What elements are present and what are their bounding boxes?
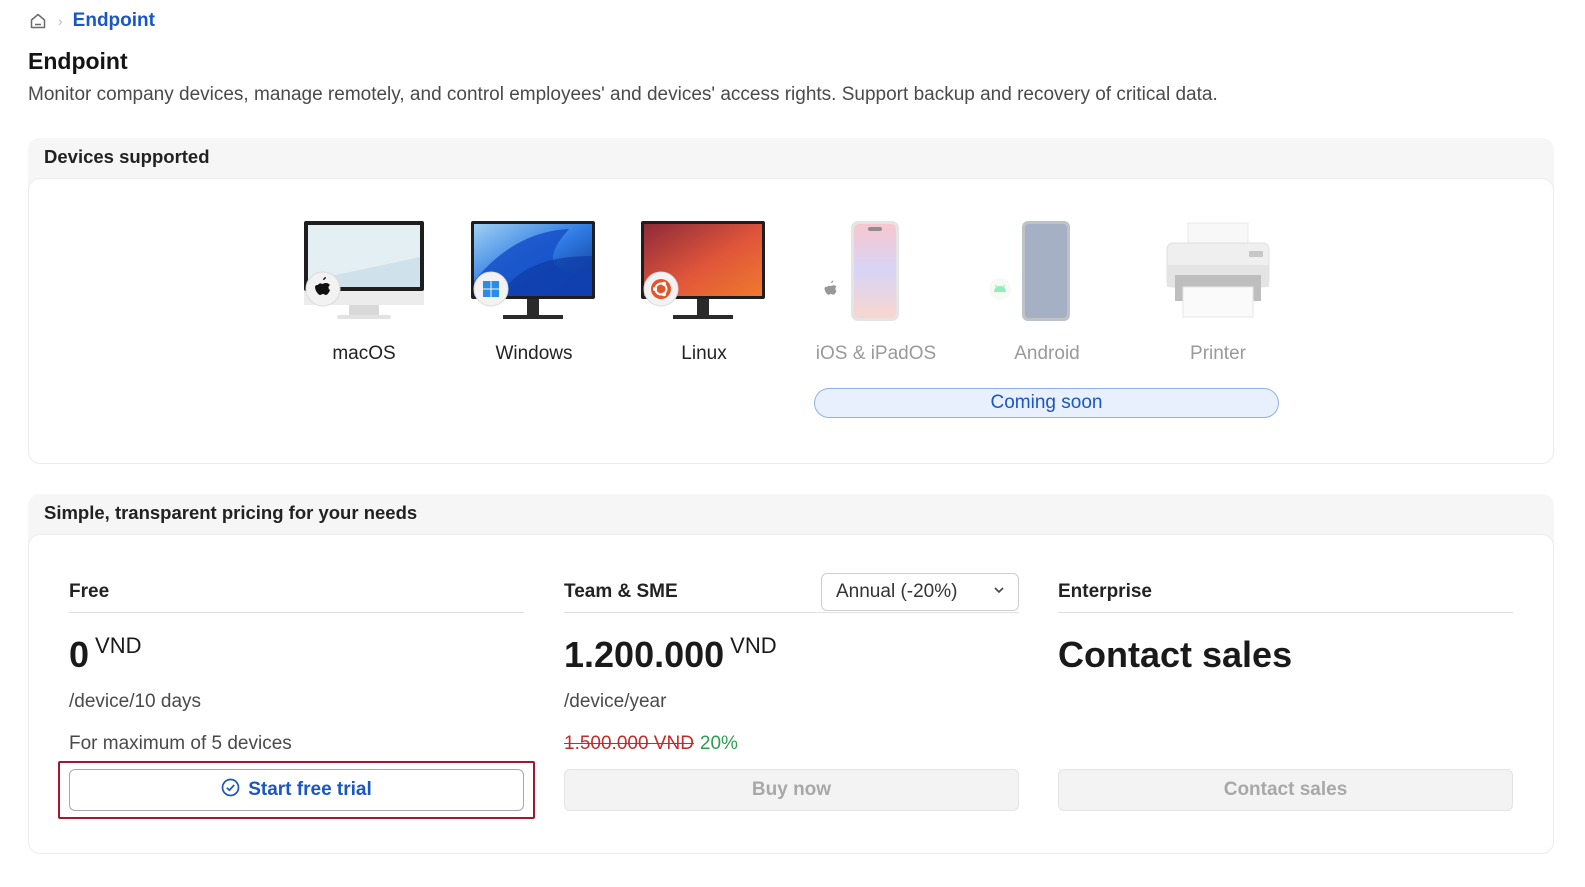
android-phone-icon (982, 221, 1112, 325)
device-ios: iOS & iPadOS (791, 221, 961, 365)
price-line: 0 VND (69, 631, 524, 679)
iphone-icon (811, 221, 941, 325)
device-linux: Linux (619, 221, 789, 365)
discount-percent: 20% (699, 733, 738, 754)
plan-header: Enterprise (1058, 571, 1513, 613)
device-windows: Windows (449, 221, 619, 365)
check-circle-icon (221, 778, 240, 803)
plan-team-sme: Team & SME Annual (-20%) 1.200.000 VND /… (564, 571, 1019, 755)
device-label: macOS (332, 343, 396, 364)
billing-period-select[interactable]: Annual (-20%) (821, 572, 1019, 611)
billing-period-value: Annual (-20%) (836, 580, 958, 602)
breadcrumb-current[interactable]: Endpoint (73, 10, 155, 32)
plan-header: Team & SME Annual (-20%) (564, 571, 1019, 613)
price-amount: 1.200.000 (564, 634, 725, 675)
breadcrumb: › Endpoint (28, 8, 155, 34)
monitor-windows-icon (469, 221, 599, 325)
devices-section-title: Devices supported (44, 146, 210, 167)
plan-free: Free 0 VND /device/10 days For maximum o… (69, 571, 524, 755)
device-android: Android (962, 221, 1132, 365)
plan-name: Team & SME (564, 580, 678, 602)
device-label: Windows (495, 343, 573, 364)
price-period: /device/year (564, 691, 667, 712)
plan-note: For maximum of 5 devices (69, 733, 292, 754)
button-label: Contact sales (1223, 779, 1348, 800)
plan-name: Free (69, 580, 110, 602)
pricing-panel: Free 0 VND /device/10 days For maximum o… (28, 534, 1554, 854)
page-title: Endpoint (28, 48, 128, 74)
price-discount-line: 1.500.000 VND 20% (564, 733, 1019, 755)
price-period: /device/10 days (69, 691, 202, 712)
printer-icon (1153, 221, 1283, 325)
device-macos: macOS (279, 221, 449, 365)
imac-apple-icon (299, 221, 429, 325)
price-line: 1.200.000 VND (564, 631, 1019, 679)
device-label: Printer (1190, 343, 1246, 364)
plan-name: Enterprise (1058, 580, 1152, 602)
plan-header: Free (69, 571, 524, 613)
price-amount: 0 (69, 634, 90, 675)
home-icon[interactable] (28, 11, 48, 31)
buy-now-button[interactable]: Buy now (564, 769, 1019, 811)
monitor-ubuntu-icon (639, 221, 769, 325)
plan-enterprise: Enterprise Contact sales (1058, 571, 1513, 679)
device-label: Linux (681, 343, 727, 364)
device-label: Android (1014, 343, 1080, 364)
page-description: Monitor company devices, manage remotely… (28, 84, 1218, 105)
price-line: Contact sales (1058, 631, 1513, 679)
devices-panel: macOS Windows Linux iOS & iPadOS Android… (28, 178, 1554, 464)
button-label: Start free trial (248, 779, 372, 800)
coming-soon-badge: Coming soon (814, 388, 1279, 418)
contact-sales-button[interactable]: Contact sales (1058, 769, 1513, 811)
device-printer: Printer (1133, 221, 1303, 365)
chevron-down-icon (992, 581, 1006, 603)
devices-section: Devices supported macOS Windows Linux iO… (28, 138, 1554, 464)
price-currency: VND (95, 633, 142, 658)
chevron-right-icon: › (58, 13, 63, 29)
price-amount: Contact sales (1058, 634, 1293, 675)
pricing-section-title: Simple, transparent pricing for your nee… (44, 502, 418, 523)
button-label: Buy now (751, 779, 832, 800)
device-label: iOS & iPadOS (815, 343, 937, 364)
price-currency: VND (730, 633, 777, 658)
pricing-section: Simple, transparent pricing for your nee… (28, 494, 1554, 854)
old-price: 1.500.000 VND (564, 733, 694, 754)
start-free-trial-button[interactable]: Start free trial (69, 769, 524, 811)
